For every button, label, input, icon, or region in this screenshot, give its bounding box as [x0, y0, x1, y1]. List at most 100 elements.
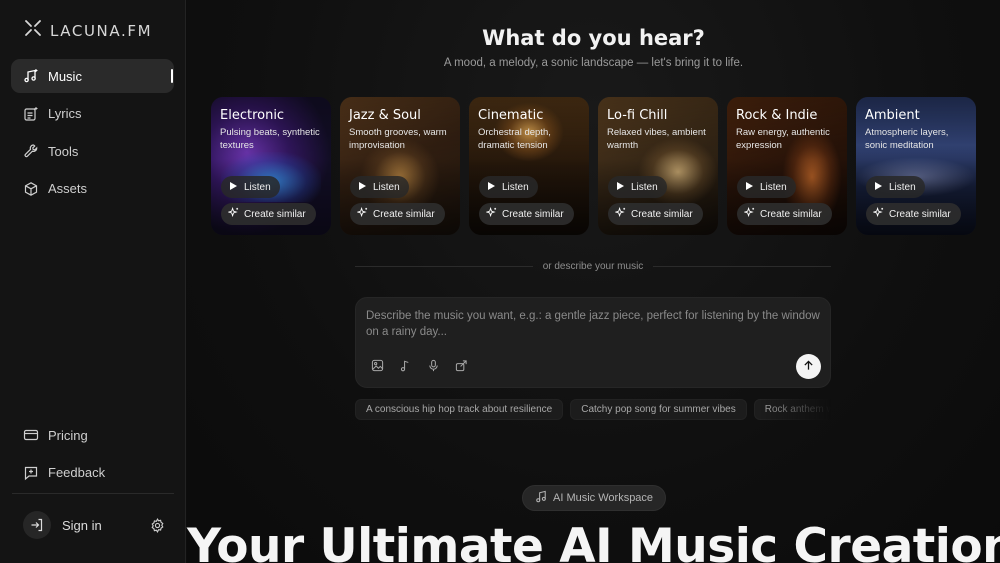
- create-similar-button[interactable]: Create similar: [350, 203, 445, 225]
- microphone-icon[interactable]: [426, 358, 440, 372]
- listen-button[interactable]: Listen: [221, 176, 280, 198]
- play-icon: [487, 181, 496, 194]
- create-similar-label: Create similar: [631, 208, 693, 220]
- listen-label: Listen: [373, 181, 400, 193]
- create-similar-label: Create similar: [760, 208, 822, 220]
- play-icon: [745, 181, 754, 194]
- share-icon[interactable]: [454, 358, 468, 372]
- play-icon: [229, 181, 238, 194]
- sparkle-icon: [872, 206, 884, 221]
- cube-icon: [23, 181, 39, 197]
- music-note-icon[interactable]: [398, 358, 412, 372]
- card-icon: [23, 427, 39, 443]
- create-similar-button[interactable]: Create similar: [479, 203, 574, 225]
- badge-label: AI Music Workspace: [553, 492, 654, 504]
- sparkle-icon: [614, 206, 626, 221]
- play-icon: [874, 181, 883, 194]
- main-content: What do you hear? A mood, a melody, a so…: [187, 0, 1000, 563]
- suggestion-chip[interactable]: Rock anthem with powerful guitar riffs: [753, 399, 831, 420]
- workspace-badge: AI Music Workspace: [522, 485, 667, 511]
- feedback-icon: [23, 465, 39, 481]
- genre-card-lofi-chill[interactable]: Lo-fi Chill Relaxed vibes, ambient warmt…: [598, 97, 718, 235]
- prompt-suggestions: A conscious hip hop track about resilien…: [355, 399, 831, 421]
- prompt-composer: [355, 297, 831, 388]
- or-divider: or describe your music: [355, 259, 831, 273]
- listen-label: Listen: [244, 181, 271, 193]
- card-description: Atmospheric layers, sonic meditation: [865, 127, 949, 151]
- brand-logo[interactable]: LACUNA.FM: [24, 19, 152, 42]
- listen-label: Listen: [760, 181, 787, 193]
- card-description: Relaxed vibes, ambient warmth: [607, 127, 706, 151]
- sparkle-icon: [356, 206, 368, 221]
- sparkle-icon: [227, 206, 239, 221]
- wrench-icon: [23, 143, 39, 159]
- create-similar-button[interactable]: Create similar: [866, 203, 961, 225]
- create-similar-label: Create similar: [889, 208, 951, 220]
- listen-button[interactable]: Listen: [479, 176, 538, 198]
- card-description: Raw energy, authentic expression: [736, 127, 830, 151]
- sidebar-divider: [12, 493, 174, 494]
- suggestion-chip[interactable]: Catchy pop song for summer vibes: [570, 399, 747, 420]
- genre-card-electronic[interactable]: Electronic Pulsing beats, synthetic text…: [211, 97, 331, 235]
- lyrics-doc-icon: [23, 106, 39, 122]
- sidebar-item-label: Pricing: [48, 427, 88, 443]
- sidebar-item-label: Assets: [48, 181, 88, 196]
- card-description: Smooth grooves, warm improvisation: [349, 127, 447, 151]
- sidebar-item-tools[interactable]: Tools: [11, 134, 174, 168]
- create-similar-label: Create similar: [244, 208, 306, 220]
- listen-button[interactable]: Listen: [866, 176, 925, 198]
- card-title: Lo-fi Chill: [607, 108, 668, 123]
- card-title: Rock & Indie: [736, 108, 818, 123]
- listen-label: Listen: [502, 181, 529, 193]
- create-similar-button[interactable]: Create similar: [737, 203, 832, 225]
- card-description: Pulsing beats, synthetic textures: [220, 127, 320, 151]
- sidebar-item-label: Lyrics: [48, 106, 82, 121]
- genre-card-ambient[interactable]: Ambient Atmospheric layers, sonic medita…: [856, 97, 976, 235]
- main-nav: Music Lyrics Tools Assets: [11, 59, 174, 209]
- composer-tools: [370, 358, 468, 372]
- genre-card-cinematic[interactable]: Cinematic Orchestral depth, dramatic ten…: [469, 97, 589, 235]
- send-button[interactable]: [796, 354, 821, 379]
- card-title: Cinematic: [478, 108, 544, 123]
- card-title: Jazz & Soul: [349, 108, 421, 123]
- sign-in-button[interactable]: Sign in: [23, 511, 102, 539]
- listen-button[interactable]: Listen: [608, 176, 667, 198]
- page-subtitle: A mood, a melody, a sonic landscape — le…: [443, 57, 744, 69]
- sign-in-icon: [23, 511, 51, 539]
- sidebar-bottom-nav: Pricing Feedback: [11, 418, 174, 493]
- sidebar-item-label: Tools: [48, 143, 79, 159]
- hero-heading: Your Ultimate AI Music Creation: [187, 519, 1000, 563]
- brand-name: LACUNA.FM: [50, 21, 153, 40]
- create-similar-button[interactable]: Create similar: [221, 203, 316, 225]
- divider-line: [355, 265, 533, 267]
- arrow-up-icon: [803, 358, 814, 376]
- play-icon: [616, 181, 625, 194]
- or-divider-label: or describe your music: [542, 260, 644, 272]
- music-note-icon: [23, 68, 39, 84]
- listen-button[interactable]: Listen: [350, 176, 409, 198]
- x-logo-icon: [24, 19, 42, 42]
- sidebar-item-music[interactable]: Music: [11, 59, 174, 93]
- genre-card-jazz-soul[interactable]: Jazz & Soul Smooth grooves, warm improvi…: [340, 97, 460, 235]
- sparkle-icon: [743, 206, 755, 221]
- suggestion-chip[interactable]: A conscious hip hop track about resilien…: [355, 399, 564, 420]
- listen-label: Listen: [889, 181, 916, 193]
- sidebar: LACUNA.FM Music Lyrics Tools Assets Pric…: [0, 0, 186, 563]
- create-similar-label: Create similar: [373, 208, 435, 220]
- divider-line: [653, 265, 831, 267]
- card-title: Electronic: [220, 108, 285, 123]
- create-similar-button[interactable]: Create similar: [608, 203, 703, 225]
- music-note-icon: [535, 490, 548, 506]
- sidebar-item-lyrics[interactable]: Lyrics: [11, 97, 174, 131]
- genre-card-rock-indie[interactable]: Rock & Indie Raw energy, authentic expre…: [727, 97, 847, 235]
- sidebar-item-label: Feedback: [48, 465, 106, 480]
- gear-icon[interactable]: [150, 518, 165, 533]
- sidebar-item-feedback[interactable]: Feedback: [11, 456, 174, 490]
- sparkle-icon: [485, 206, 497, 221]
- listen-button[interactable]: Listen: [737, 176, 796, 198]
- sidebar-item-assets[interactable]: Assets: [11, 172, 174, 206]
- image-icon[interactable]: [370, 358, 384, 372]
- card-title: Ambient: [865, 108, 920, 123]
- music-description-input[interactable]: [366, 308, 822, 344]
- sidebar-item-pricing[interactable]: Pricing: [11, 418, 174, 452]
